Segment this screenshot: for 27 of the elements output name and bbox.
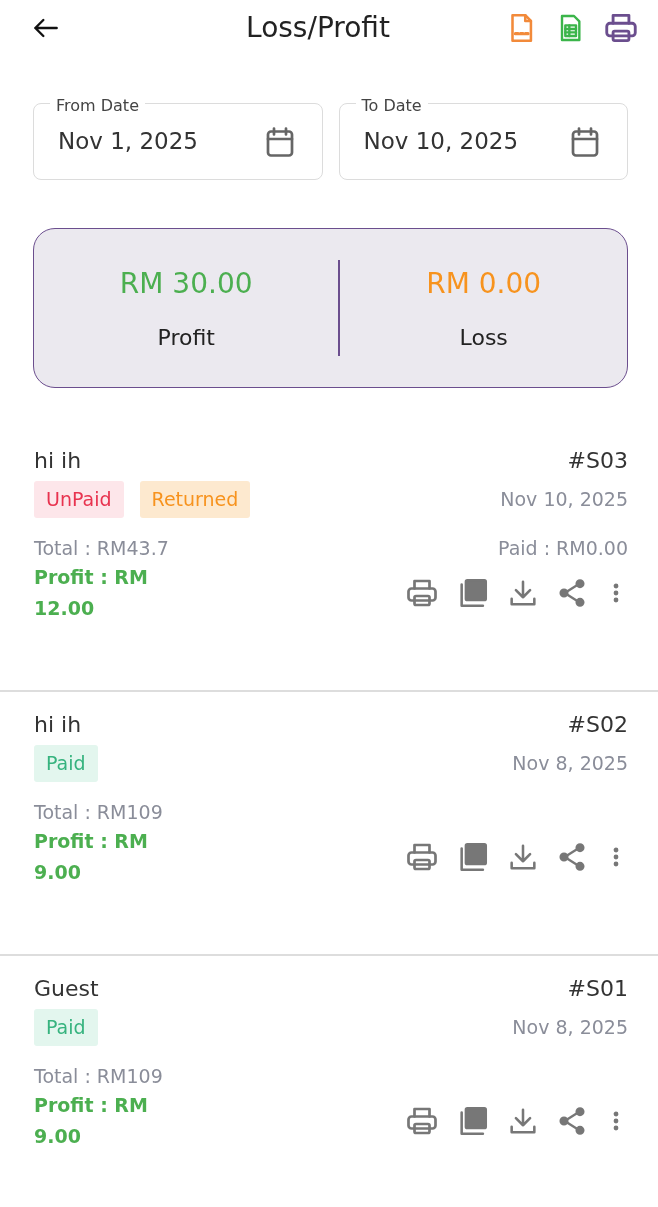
summary-label: Loss — [459, 323, 508, 352]
invoice-date: Nov 8, 2025 — [512, 751, 628, 776]
customer-name: hi ih — [34, 711, 82, 739]
customer-name: Guest — [34, 975, 99, 1003]
customer-name: hi ih — [34, 447, 82, 475]
total-amount: Total : RM109 — [34, 799, 163, 825]
profit-amount: RM 30.00 — [119, 265, 253, 302]
status-tag: Paid — [34, 745, 98, 782]
profit-amount: Profit : RM 9.00 — [34, 1093, 149, 1150]
total-amount: Total : RM109 — [34, 1063, 163, 1089]
status-tag: Paid — [34, 1009, 98, 1046]
profit-amount: Profit : RM 12.00 — [34, 565, 149, 622]
status-tag: UnPaid — [34, 481, 124, 518]
loss-amount: RM 0.00 — [426, 265, 542, 302]
status-tag: Returned — [139, 481, 251, 518]
summary-label: Profit — [157, 323, 215, 352]
profit-amount: Profit : RM 9.00 — [34, 829, 149, 886]
date-value: Nov 1, 2025 — [58, 127, 198, 157]
invoice-number: #S03 — [567, 447, 628, 475]
invoice-number: #S02 — [567, 711, 628, 739]
invoice-date: Nov 10, 2025 — [500, 487, 628, 512]
invoice-date: Nov 8, 2025 — [512, 1015, 628, 1040]
total-amount: Total : RM43.7 — [34, 535, 169, 561]
date-value: Nov 10, 2025 — [363, 127, 519, 157]
paid-amount: Paid : RM0.00 — [498, 535, 628, 561]
invoice-number: #S01 — [567, 975, 628, 1003]
page-title: Loss/Profit — [246, 9, 390, 46]
